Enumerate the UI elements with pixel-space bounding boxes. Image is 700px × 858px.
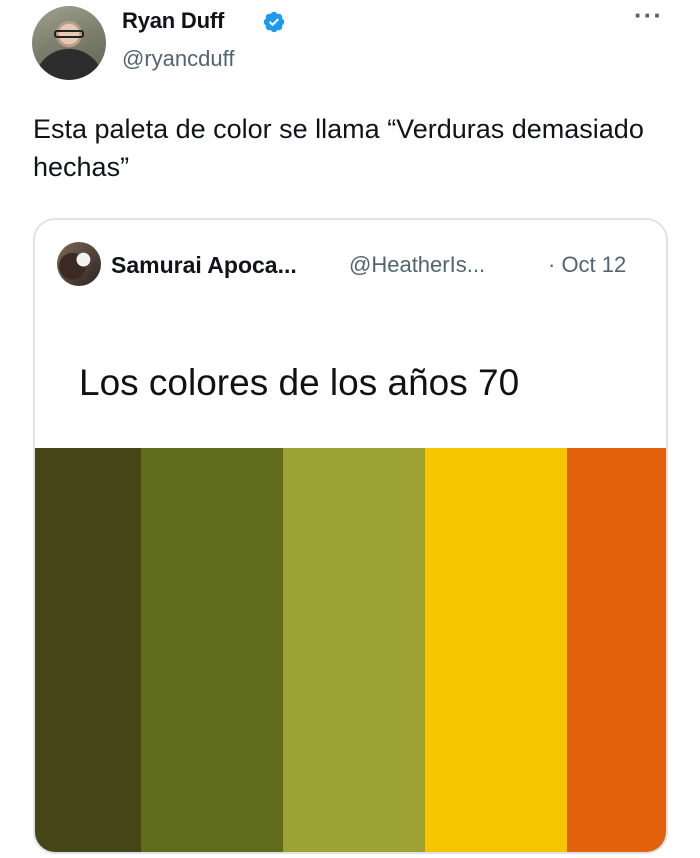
color-swatch [35,448,141,852]
color-swatch [283,448,425,852]
color-swatch [425,448,567,852]
quoted-tweet-image[interactable]: Los colores de los años 70 [35,306,666,852]
color-swatch [567,448,666,852]
quoted-tweet-date[interactable]: · Oct 12 [548,252,626,278]
quoted-tweet-card[interactable]: Samurai Apoca... @HeatherIs... · Oct 12 … [33,218,668,854]
avatar-glasses [54,30,84,38]
image-caption: Los colores de los años 70 [79,362,520,403]
color-swatch [141,448,283,852]
verified-badge-icon [263,11,285,33]
more-dots-icon[interactable]: ··· [634,0,663,31]
quoted-author-name[interactable]: Samurai Apoca... [111,252,297,279]
author-name[interactable]: Ryan Duff [122,8,224,34]
image-caption-area: Los colores de los años 70 [35,306,666,448]
color-palette [35,448,666,852]
quoted-author-avatar[interactable] [57,242,101,286]
author-handle[interactable]: @ryancduff [122,46,234,72]
tweet-text: Esta paleta de color se llama “Verduras … [33,114,644,182]
author-avatar[interactable] [32,6,106,80]
quoted-author-handle[interactable]: @HeatherIs... [349,252,485,278]
